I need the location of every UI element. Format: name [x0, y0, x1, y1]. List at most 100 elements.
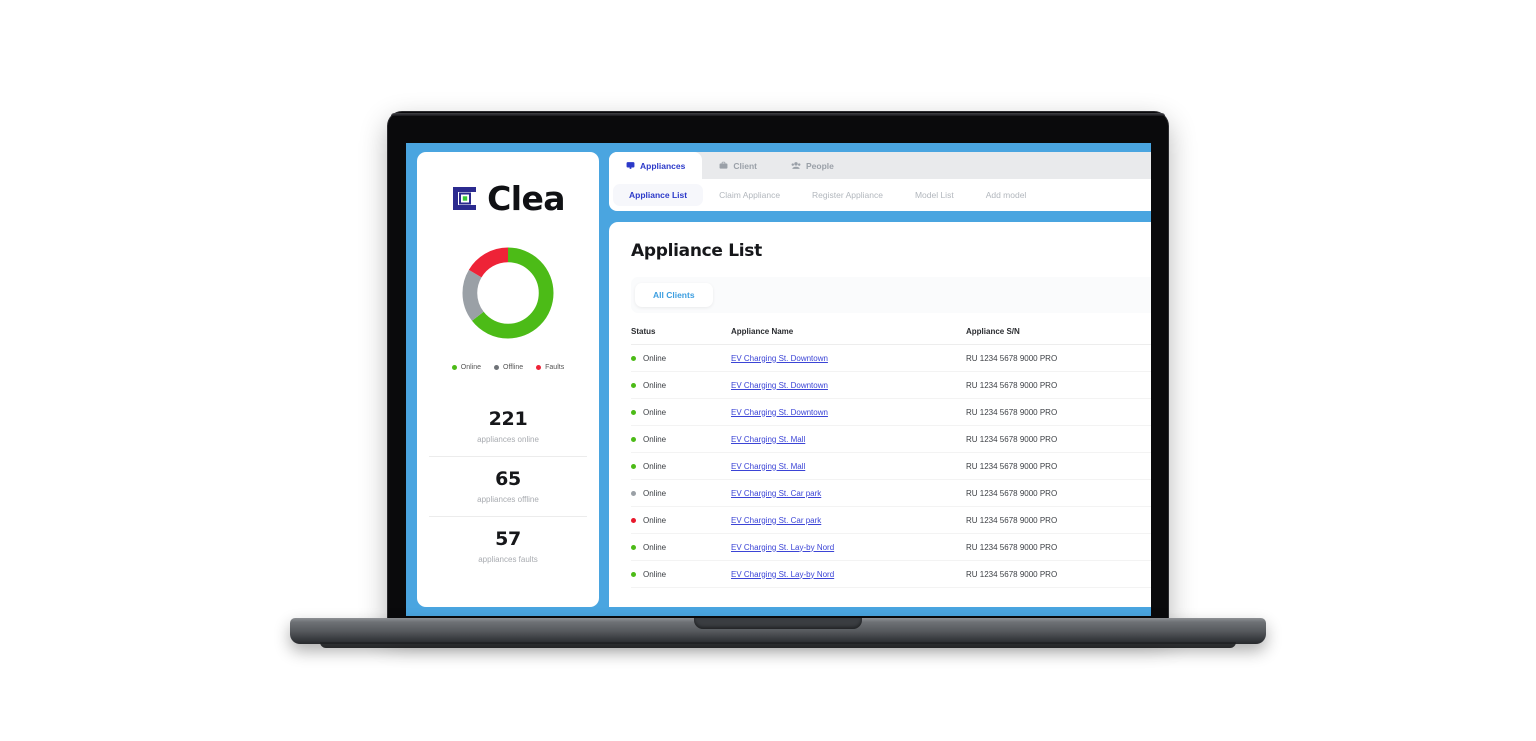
subtab-appliance-list[interactable]: Appliance List [613, 184, 704, 206]
appliance-name-link[interactable]: EV Charging St. Mall [731, 435, 805, 444]
subtab-model-list[interactable]: Model List [899, 184, 970, 206]
legend-item-online: Online [451, 364, 482, 371]
status-label: Online [643, 407, 667, 417]
status-label: Online [643, 569, 667, 579]
appliance-name-link[interactable]: EV Charging St. Downtown [731, 354, 828, 363]
donut-svg [462, 247, 554, 339]
cell-status: Online [631, 479, 731, 507]
status-label: Online [643, 515, 667, 525]
cell-appliance-sn: RU 1234 5678 9000 PRO [966, 398, 1151, 426]
stat-label: appliances faults [478, 555, 538, 564]
legend-label-faults: Faults [545, 364, 565, 371]
stat-value: 57 [495, 528, 521, 550]
table-row[interactable]: Online EV Charging St. Downtown RU 1234 56… [631, 371, 1151, 399]
tab-label: Client [733, 160, 757, 171]
cell-status: Online [631, 560, 731, 588]
appliance-name-link[interactable]: EV Charging St. Downtown [731, 381, 828, 390]
tab-label: Appliances [640, 160, 686, 171]
cell-status: Online [631, 506, 731, 534]
status-dot [631, 409, 636, 415]
monitor-icon [626, 161, 635, 170]
table-body: Online EV Charging St. Downtown RU 1234 56… [631, 344, 1151, 588]
table-row[interactable]: Online EV Charging St. Lay-by Nord RU 1234… [631, 560, 1151, 588]
legend-label-offline: Offline [503, 364, 524, 371]
stat-label: appliances online [477, 435, 539, 444]
briefcase-icon [719, 161, 728, 170]
cell-appliance-sn: RU 1234 5678 9000 PRO [966, 533, 1151, 561]
column-header-appliance-name[interactable]: Appliance Name [731, 327, 966, 345]
stat-appliances-faults: 57 appliances faults [429, 516, 587, 576]
status-dot [631, 517, 636, 523]
appliance-name-link[interactable]: EV Charging St. Car park [731, 489, 821, 498]
people-icon [791, 161, 801, 170]
table-row[interactable]: Online EV Charging St. Car park RU 1234 56… [631, 479, 1151, 507]
laptop-base-notch [694, 618, 862, 629]
column-header-appliance-sn[interactable]: Appliance S/N [966, 327, 1151, 345]
cell-appliance-name: EV Charging St. Mall [731, 452, 966, 480]
appliance-name-link[interactable]: EV Charging St. Downtown [731, 408, 828, 417]
sidebar-panel: Clea Online Offline Faults 221 appliance… [417, 152, 599, 607]
laptop-base-foot [320, 642, 1236, 648]
column-header-status[interactable]: Status [631, 327, 731, 345]
table-row[interactable]: Online EV Charging St. Lay-by Nord RU 1234… [631, 533, 1151, 561]
appliance-name-link[interactable]: EV Charging St. Lay-by Nord [731, 570, 834, 579]
subtab-claim-appliance[interactable]: Claim Appliance [703, 184, 796, 206]
filter-all-clients-button[interactable]: All Clients [635, 283, 713, 307]
cell-appliance-name: EV Charging St. Car park [731, 479, 966, 507]
status-label: Online [643, 380, 667, 390]
cell-appliance-sn: RU 1234 5678 9000 PRO [966, 560, 1151, 588]
legend-item-faults: Faults [536, 364, 564, 371]
stat-value: 221 [488, 408, 528, 430]
table-row[interactable]: Online EV Charging St. Mall RU 1234 5678 9… [631, 425, 1151, 453]
clea-web-app: Clea Online Offline Faults 221 appliance… [406, 143, 1151, 616]
cell-status: Online [631, 425, 731, 453]
secondary-tab-bar: Appliance List Claim Appliance Register … [609, 179, 1151, 211]
status-dot [631, 571, 636, 577]
status-label: Online [643, 542, 667, 552]
stat-appliances-offline: 65 appliances offline [429, 456, 587, 516]
table-header-row: Status Appliance Name Appliance S/N Clie… [631, 327, 1151, 345]
chart-legend: Online Offline Faults [451, 364, 564, 371]
cell-appliance-name: EV Charging St. Downtown [731, 344, 966, 372]
cell-status: Online [631, 452, 731, 480]
cell-appliance-sn: RU 1234 5678 9000 PRO [966, 452, 1151, 480]
content-header: Appliance List [631, 240, 1151, 261]
table-row[interactable]: Online EV Charging St. Downtown RU 1234 56… [631, 344, 1151, 372]
table-row[interactable]: Online EV Charging St. Downtown RU 1234 56… [631, 398, 1151, 426]
legend-swatch-faults [536, 365, 542, 370]
legend-label-online: Online [460, 364, 482, 371]
appliance-name-link[interactable]: EV Charging St. Car park [731, 516, 821, 525]
stat-label: appliances offline [477, 495, 539, 504]
table-row[interactable]: Online EV Charging St. Car park RU 1234 56… [631, 506, 1151, 534]
status-label: Online [643, 488, 667, 498]
cell-appliance-name: EV Charging St. Downtown [731, 371, 966, 399]
status-dot [631, 490, 636, 496]
appliance-name-link[interactable]: EV Charging St. Mall [731, 462, 805, 471]
status-label: Online [643, 434, 667, 444]
cell-appliance-name: EV Charging St. Downtown [731, 398, 966, 426]
laptop-mockup: Clea Online Offline Faults 221 appliance… [290, 112, 1266, 648]
tab-people[interactable]: People [774, 152, 851, 179]
status-dot [631, 382, 636, 388]
legend-swatch-offline [494, 365, 500, 370]
cell-appliance-name: EV Charging St. Mall [731, 425, 966, 453]
screenshot-canvas: Clea Online Offline Faults 221 appliance… [0, 0, 1536, 741]
cell-appliance-sn: RU 1234 5678 9000 PRO [966, 344, 1151, 372]
page-title: Appliance List [631, 240, 762, 261]
laptop-base [290, 618, 1266, 648]
subtab-register-appliance[interactable]: Register Appliance [796, 184, 899, 206]
laptop-screen: Clea Online Offline Faults 221 appliance… [406, 143, 1151, 616]
clea-logo-icon [451, 185, 478, 212]
cell-appliance-name: EV Charging St. Lay-by Nord [731, 560, 966, 588]
status-label: Online [643, 461, 667, 471]
cell-status: Online [631, 533, 731, 561]
client-filter-bar: All Clients » [631, 277, 1151, 313]
table-row[interactable]: Online EV Charging St. Mall RU 1234 5678 9… [631, 452, 1151, 480]
primary-tab-bar: Appliances Client People [609, 152, 1151, 179]
appliance-table: Status Appliance Name Appliance S/N Clie… [631, 327, 1151, 588]
tab-client[interactable]: Client [702, 152, 774, 179]
tab-appliances[interactable]: Appliances [609, 152, 703, 179]
subtab-add-model[interactable]: Add model [970, 184, 1043, 206]
brand-logo[interactable]: Clea [451, 182, 565, 215]
appliance-name-link[interactable]: EV Charging St. Lay-by Nord [731, 543, 834, 552]
